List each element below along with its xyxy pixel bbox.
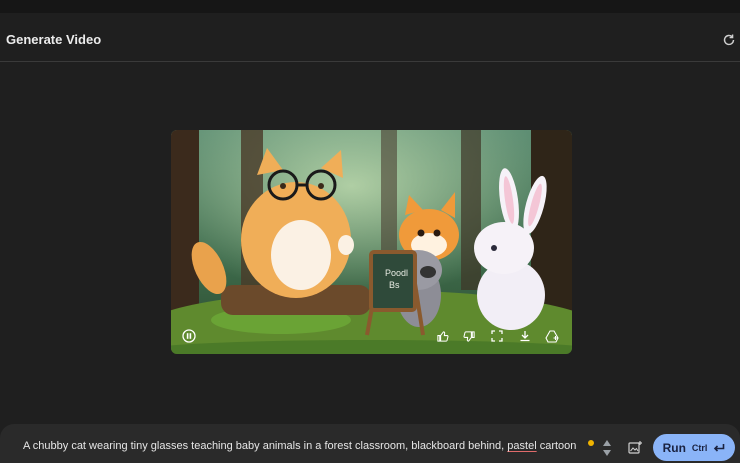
prompt-input[interactable]: A chubby cat wearing tiny glasses teachi… (23, 440, 576, 452)
prompt-bar: A chubby cat wearing tiny glasses teachi… (0, 424, 740, 463)
board-text-2: Bs (389, 280, 400, 290)
video-frame: Poodl Bs (171, 130, 572, 354)
up-down-icon[interactable] (602, 438, 612, 458)
prompt-text-main: A chubby cat wearing tiny glasses teachi… (23, 440, 508, 452)
prompt-misspelled-word[interactable]: pastel (507, 440, 536, 452)
add-image-icon[interactable] (627, 440, 643, 456)
download-icon[interactable] (517, 328, 533, 344)
page-header: Generate Video (0, 13, 740, 62)
board-text-1: Poodl (385, 268, 408, 278)
refresh-icon[interactable] (722, 33, 736, 47)
video-player[interactable]: Poodl Bs (171, 130, 572, 354)
thumbs-down-icon[interactable] (461, 328, 477, 344)
fullscreen-icon[interactable] (489, 328, 505, 344)
top-strip (0, 0, 740, 13)
run-button[interactable]: Run Ctrl (653, 434, 735, 461)
pause-icon[interactable] (181, 328, 197, 344)
thumbs-up-icon[interactable] (434, 328, 450, 344)
run-shortcut-label: Ctrl (691, 442, 708, 453)
prompt-text-end: cartoon (536, 440, 577, 452)
enter-icon (714, 443, 725, 452)
run-button-label: Run (662, 440, 686, 455)
status-dot (588, 440, 594, 446)
drive-add-icon[interactable] (544, 328, 560, 344)
page-title: Generate Video (6, 32, 102, 47)
